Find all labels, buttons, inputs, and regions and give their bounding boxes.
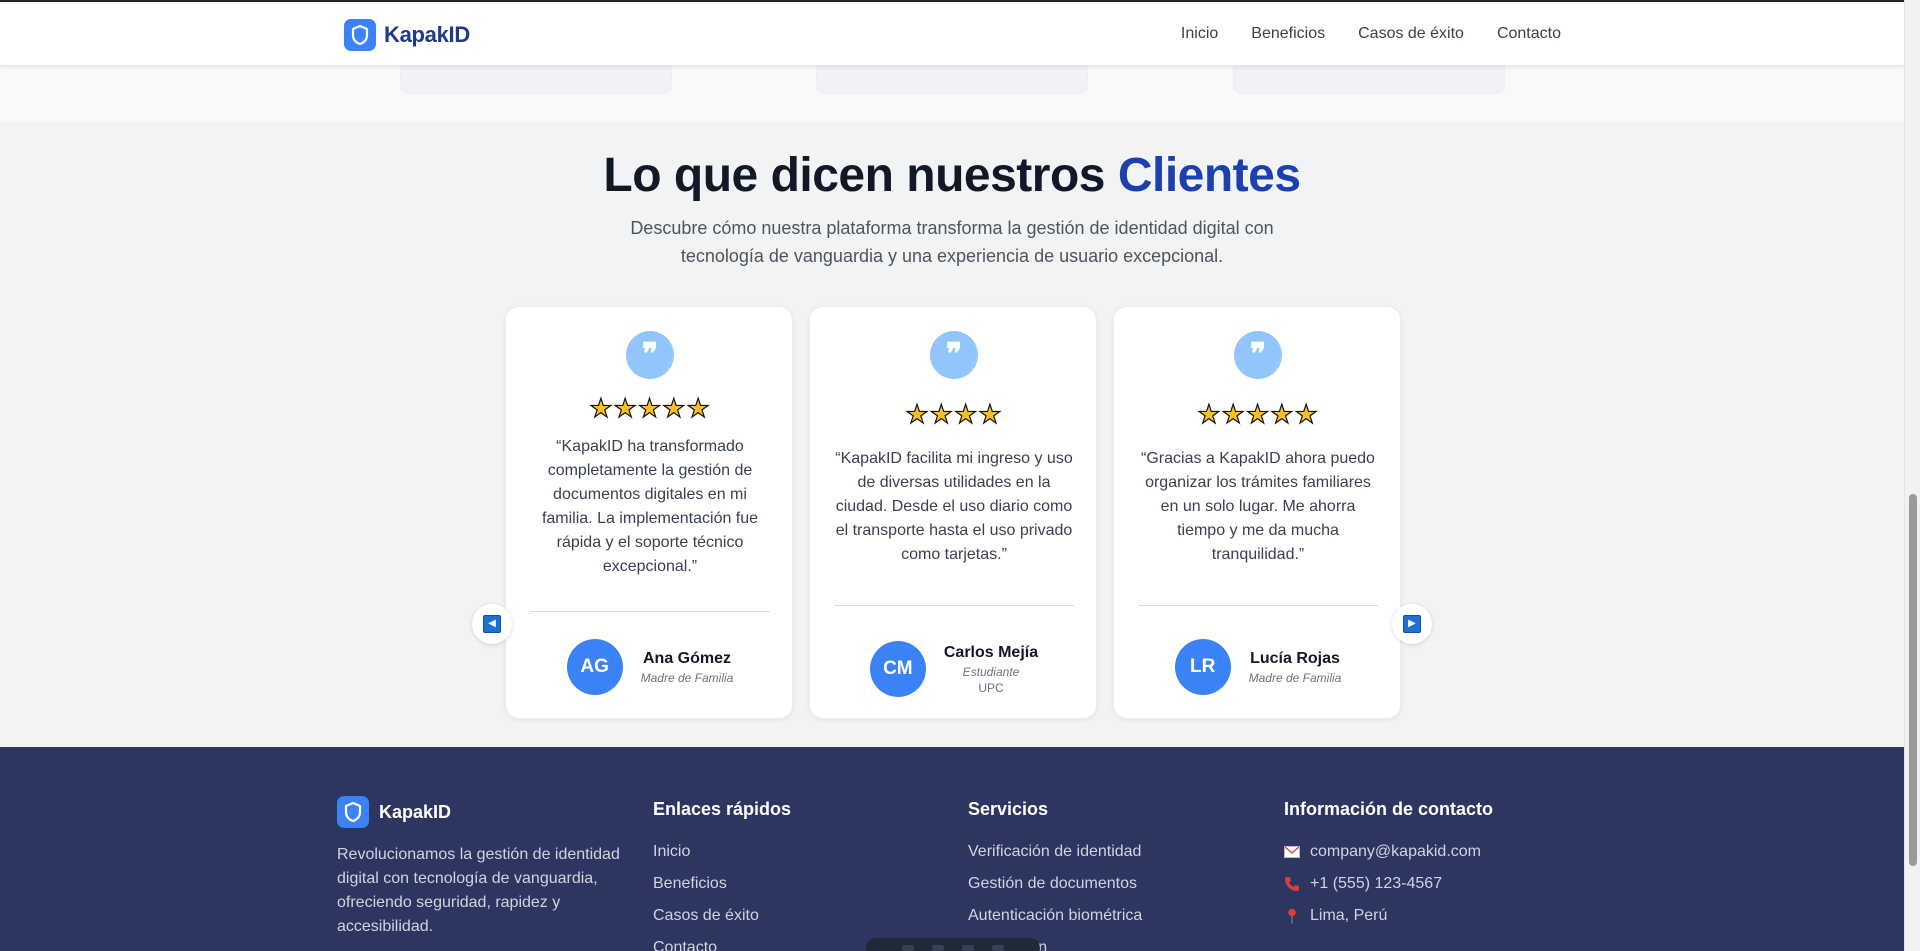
footer-brand-name: KapakID [379, 801, 452, 822]
shield-icon [337, 796, 369, 828]
site-footer: KapakID Revolucionamos la gestión de ide… [0, 747, 1904, 951]
footer-link-contacto[interactable]: Contacto [653, 932, 791, 951]
brand-link[interactable]: KapakID [344, 19, 470, 51]
carousel-prev-button[interactable]: ◀ [472, 604, 512, 644]
footer-link-casos-de-exito[interactable]: Casos de éxito [653, 900, 791, 932]
testimonials-section: Lo que dicen nuestros Clientes Descubre … [0, 122, 1904, 747]
footer-link-beneficios[interactable]: Beneficios [653, 868, 791, 900]
taskbar-dock[interactable] [866, 938, 1040, 951]
contact-location-text: Lima, Perú [1310, 907, 1388, 924]
footer-service-gestion[interactable]: Gestión de documentos [968, 868, 1142, 900]
footer-service-verificacion[interactable]: Verificación de identidad [968, 836, 1142, 868]
contact-email-text: company@kapakid.com [1310, 843, 1481, 860]
footer-heading: Servicios [968, 799, 1049, 819]
testimonial-quote: “KapakID ha transformado completamente l… [541, 438, 759, 575]
author-role: Estudiante [962, 664, 1020, 679]
footer-services: Servicios Verificación de identidad Gest… [968, 799, 1142, 951]
testimonial-card: ❞ ★★★★★ “KapakID ha transformado complet… [505, 306, 793, 719]
pin-icon [1284, 908, 1300, 924]
star-rating: ★★★★★ [506, 392, 794, 424]
nav-inicio[interactable]: Inicio [1181, 25, 1218, 43]
testimonial-quote: “KapakID facilita mi ingreso y uso de di… [835, 450, 1073, 563]
section-title-main: Lo que dicen nuestros [603, 149, 1118, 202]
card-divider [834, 605, 1074, 606]
author-org: UPC [978, 680, 1004, 695]
contact-email[interactable]: company@kapakid.com [1284, 836, 1493, 868]
avatar: CM [869, 641, 926, 697]
footer-service-autenticacion[interactable]: Autenticación biométrica [968, 900, 1142, 932]
footer-contact: Información de contacto company@kapakid.… [1284, 799, 1493, 932]
card-divider [530, 611, 770, 612]
phone-icon [1284, 876, 1300, 892]
scrollbar-thumb[interactable] [1909, 494, 1917, 866]
testimonial-quote: “Gracias a KapakID ahora puedo organizar… [1141, 450, 1375, 563]
arrow-left-icon: ◀ [483, 615, 501, 633]
author-info: Ana Gómez Madre de Familia [641, 650, 734, 685]
main-nav: Inicio Beneficios Casos de éxito Contact… [1181, 25, 1561, 43]
testimonial-author: AG Ana Gómez Madre de Familia [506, 639, 794, 695]
testimonial-author: LR Lucía Rojas Madre de Familia [1114, 639, 1402, 695]
avatar: LR [1174, 639, 1231, 695]
stars-icon: ★★★★ [905, 398, 1003, 429]
star-rating: ★★★★ [810, 398, 1098, 430]
nav-casos-de-exito[interactable]: Casos de éxito [1358, 25, 1464, 43]
contact-phone[interactable]: +1 (555) 123-4567 [1284, 868, 1493, 900]
footer-link-inicio[interactable]: Inicio [653, 836, 791, 868]
testimonial-card: ❞ ★★★★★ “Gracias a KapakID ahora puedo o… [1113, 306, 1401, 719]
footer-quick-links: Enlaces rápidos Inicio Beneficios Casos … [653, 799, 791, 951]
previous-card [1233, 66, 1505, 94]
testimonial-card: ❞ ★★★★ “KapakID facilita mi ingreso y us… [809, 306, 1097, 719]
contact-location: Lima, Perú [1284, 900, 1493, 932]
section-title-accent: Clientes [1117, 149, 1301, 202]
footer-brand[interactable]: KapakID [337, 796, 451, 828]
avatar: AG [566, 639, 623, 695]
testimonial-author: CM Carlos Mejía Estudiante UPC [810, 641, 1098, 697]
previous-section [0, 66, 1904, 122]
nav-contacto[interactable]: Contacto [1497, 25, 1561, 43]
nav-beneficios[interactable]: Beneficios [1251, 25, 1325, 43]
quote-icon: ❞ [1234, 331, 1282, 379]
star-rating: ★★★★★ [1114, 398, 1402, 430]
site-header: KapakID Inicio Beneficios Casos de éxito… [0, 0, 1904, 66]
author-role: Madre de Familia [640, 670, 734, 685]
footer-heading: Información de contacto [1284, 799, 1494, 819]
author-name: Ana Gómez [642, 649, 731, 667]
author-info: Lucía Rojas Madre de Familia [1249, 650, 1342, 685]
contact-phone-text: +1 (555) 123-4567 [1310, 875, 1443, 892]
author-name: Lucía Rojas [1250, 649, 1340, 667]
carousel-next-button[interactable]: ▶ [1392, 604, 1432, 644]
arrow-right-icon: ▶ [1403, 615, 1421, 633]
quote-icon: ❞ [930, 331, 978, 379]
section-title: Lo que dicen nuestros Clientes [0, 148, 1904, 203]
quote-icon: ❞ [626, 331, 674, 379]
stars-icon: ★★★★★ [589, 392, 711, 423]
previous-card [816, 66, 1088, 94]
section-subtitle: Descubre cómo nuestra plataforma transfo… [630, 218, 1274, 266]
card-divider [1138, 605, 1378, 606]
author-info: Carlos Mejía Estudiante UPC [944, 644, 1038, 695]
footer-heading: Enlaces rápidos [653, 799, 792, 819]
shield-icon [344, 19, 376, 51]
page-scrollbar[interactable] [1904, 0, 1920, 951]
stars-icon: ★★★★★ [1197, 398, 1319, 429]
author-name: Carlos Mejía [943, 643, 1039, 661]
envelope-icon [1284, 844, 1300, 860]
previous-card [400, 66, 672, 94]
brand-name: KapakID [384, 22, 470, 47]
footer-description: Revolucionamos la gestión de identidad d… [337, 846, 620, 935]
author-role: Madre de Familia [1248, 670, 1342, 685]
